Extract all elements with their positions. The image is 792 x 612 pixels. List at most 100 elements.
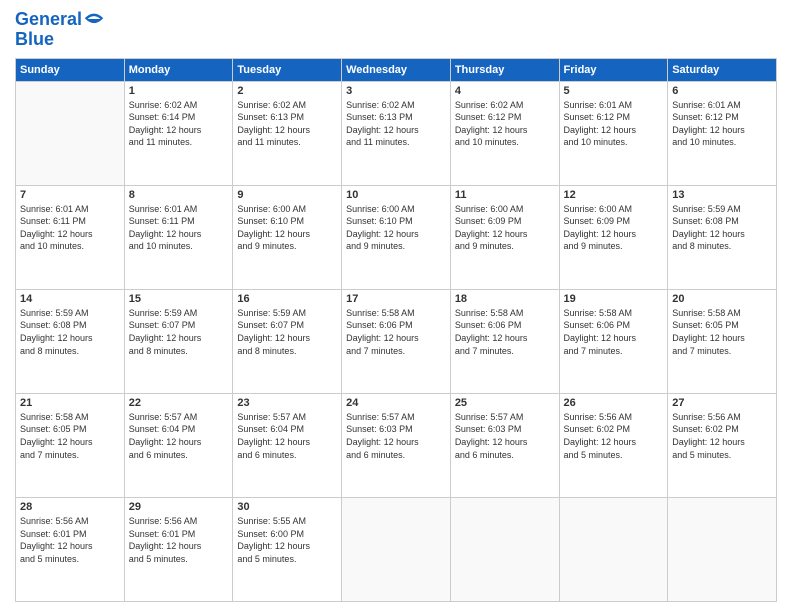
day-info: Sunrise: 5:59 AMSunset: 6:07 PMDaylight:…: [129, 307, 229, 357]
calendar-cell: 14Sunrise: 5:59 AMSunset: 6:08 PMDayligh…: [16, 289, 125, 393]
day-info: Sunrise: 5:57 AMSunset: 6:03 PMDaylight:…: [455, 411, 555, 461]
day-number: 13: [672, 189, 772, 201]
logo-text-blue: Blue: [15, 30, 104, 50]
day-number: 20: [672, 293, 772, 305]
day-number: 7: [20, 189, 120, 201]
calendar-cell: 15 Sunrise: 5:59 AMSunset: 6:07 PMDayligh…: [124, 289, 233, 393]
calendar-table: SundayMondayTuesdayWednesdayThursdayFrid…: [15, 58, 777, 602]
day-header-saturday: Saturday: [668, 58, 777, 81]
day-info: Sunrise: 5:58 AMSunset: 6:06 PMDaylight:…: [346, 307, 446, 357]
day-info: Sunrise: 6:02 AMSunset: 6:14 PMDaylight:…: [129, 99, 229, 149]
day-info: Sunrise: 6:01 AMSunset: 6:12 PMDaylight:…: [672, 99, 772, 149]
day-number: 19: [564, 293, 664, 305]
calendar-cell: [559, 497, 668, 601]
calendar-week-row: 7 Sunrise: 6:01 AMSunset: 6:11 PMDaylight…: [16, 185, 777, 289]
logo-icon: [84, 9, 104, 29]
day-number: 15: [129, 293, 229, 305]
day-info: Sunrise: 6:02 AMSunset: 6:12 PMDaylight:…: [455, 99, 555, 149]
day-info: Sunrise: 5:56 AMSunset: 6:02 PMDaylight:…: [672, 411, 772, 461]
calendar-cell: [342, 497, 451, 601]
day-number: 23: [237, 397, 337, 409]
day-number: 28: [20, 501, 120, 513]
day-info: Sunrise: 5:59 AMSunset: 6:08 PMDaylight:…: [20, 307, 120, 357]
calendar-cell: 23 Sunrise: 5:57 AMSunset: 6:04 PMDayligh…: [233, 393, 342, 497]
day-number: 27: [672, 397, 772, 409]
day-header-thursday: Thursday: [450, 58, 559, 81]
day-header-monday: Monday: [124, 58, 233, 81]
day-number: 5: [564, 85, 664, 97]
day-info: Sunrise: 5:57 AMSunset: 6:04 PMDaylight:…: [237, 411, 337, 461]
day-info: Sunrise: 5:57 AMSunset: 6:03 PMDaylight:…: [346, 411, 446, 461]
day-number: 9: [237, 189, 337, 201]
day-info: Sunrise: 5:58 AMSunset: 6:06 PMDaylight:…: [455, 307, 555, 357]
calendar-cell: 11 Sunrise: 6:00 AMSunset: 6:09 PMDayligh…: [450, 185, 559, 289]
day-header-wednesday: Wednesday: [342, 58, 451, 81]
day-header-sunday: Sunday: [16, 58, 125, 81]
day-number: 10: [346, 189, 446, 201]
calendar-cell: 25 Sunrise: 5:57 AMSunset: 6:03 PMDayligh…: [450, 393, 559, 497]
day-number: 6: [672, 85, 772, 97]
calendar-week-row: 28 Sunrise: 5:56 AMSunset: 6:01 PMDayligh…: [16, 497, 777, 601]
calendar-cell: 28 Sunrise: 5:56 AMSunset: 6:01 PMDayligh…: [16, 497, 125, 601]
calendar-header-row: SundayMondayTuesdayWednesdayThursdayFrid…: [16, 58, 777, 81]
calendar-cell: [16, 81, 125, 185]
calendar-cell: 24 Sunrise: 5:57 AMSunset: 6:03 PMDayligh…: [342, 393, 451, 497]
day-info: Sunrise: 6:01 AMSunset: 6:11 PMDaylight:…: [20, 203, 120, 253]
calendar-cell: 1 Sunrise: 6:02 AMSunset: 6:14 PMDaylight…: [124, 81, 233, 185]
day-info: Sunrise: 5:57 AMSunset: 6:04 PMDaylight:…: [129, 411, 229, 461]
day-info: Sunrise: 6:01 AMSunset: 6:11 PMDaylight:…: [129, 203, 229, 253]
day-info: Sunrise: 6:02 AMSunset: 6:13 PMDaylight:…: [346, 99, 446, 149]
calendar-cell: 26 Sunrise: 5:56 AMSunset: 6:02 PMDayligh…: [559, 393, 668, 497]
day-number: 18: [455, 293, 555, 305]
day-number: 16: [237, 293, 337, 305]
calendar-cell: 18 Sunrise: 5:58 AMSunset: 6:06 PMDayligh…: [450, 289, 559, 393]
calendar-week-row: 1 Sunrise: 6:02 AMSunset: 6:14 PMDaylight…: [16, 81, 777, 185]
calendar-cell: 29 Sunrise: 5:56 AMSunset: 6:01 PMDayligh…: [124, 497, 233, 601]
calendar-cell: 10Sunrise: 6:00 AMSunset: 6:10 PMDayligh…: [342, 185, 451, 289]
calendar-cell: 7 Sunrise: 6:01 AMSunset: 6:11 PMDaylight…: [16, 185, 125, 289]
calendar-cell: 19 Sunrise: 5:58 AMSunset: 6:06 PMDayligh…: [559, 289, 668, 393]
calendar-week-row: 14Sunrise: 5:59 AMSunset: 6:08 PMDayligh…: [16, 289, 777, 393]
day-header-tuesday: Tuesday: [233, 58, 342, 81]
day-info: Sunrise: 5:58 AMSunset: 6:06 PMDaylight:…: [564, 307, 664, 357]
day-number: 11: [455, 189, 555, 201]
calendar-cell: 2Sunrise: 6:02 AMSunset: 6:13 PMDaylight…: [233, 81, 342, 185]
day-number: 25: [455, 397, 555, 409]
day-info: Sunrise: 6:00 AMSunset: 6:09 PMDaylight:…: [564, 203, 664, 253]
calendar-cell: 12Sunrise: 6:00 AMSunset: 6:09 PMDayligh…: [559, 185, 668, 289]
day-info: Sunrise: 6:00 AMSunset: 6:10 PMDaylight:…: [237, 203, 337, 253]
day-info: Sunrise: 5:58 AMSunset: 6:05 PMDaylight:…: [672, 307, 772, 357]
day-number: 30: [237, 501, 337, 513]
calendar-cell: 21Sunrise: 5:58 AMSunset: 6:05 PMDayligh…: [16, 393, 125, 497]
calendar-cell: 3 Sunrise: 6:02 AMSunset: 6:13 PMDaylight…: [342, 81, 451, 185]
calendar-cell: 5 Sunrise: 6:01 AMSunset: 6:12 PMDaylight…: [559, 81, 668, 185]
day-info: Sunrise: 5:56 AMSunset: 6:02 PMDaylight:…: [564, 411, 664, 461]
day-info: Sunrise: 5:56 AMSunset: 6:01 PMDaylight:…: [129, 515, 229, 565]
day-info: Sunrise: 5:59 AMSunset: 6:08 PMDaylight:…: [672, 203, 772, 253]
day-number: 17: [346, 293, 446, 305]
calendar-cell: 30Sunrise: 5:55 AMSunset: 6:00 PMDayligh…: [233, 497, 342, 601]
calendar-cell: 13 Sunrise: 5:59 AMSunset: 6:08 PMDayligh…: [668, 185, 777, 289]
calendar-cell: 27 Sunrise: 5:56 AMSunset: 6:02 PMDayligh…: [668, 393, 777, 497]
calendar-cell: [668, 497, 777, 601]
day-number: 3: [346, 85, 446, 97]
calendar-cell: 16 Sunrise: 5:59 AMSunset: 6:07 PMDayligh…: [233, 289, 342, 393]
day-header-friday: Friday: [559, 58, 668, 81]
day-info: Sunrise: 6:01 AMSunset: 6:12 PMDaylight:…: [564, 99, 664, 149]
day-number: 1: [129, 85, 229, 97]
day-info: Sunrise: 5:58 AMSunset: 6:05 PMDaylight:…: [20, 411, 120, 461]
page-header: General Blue: [15, 10, 777, 50]
logo-text-general: General: [15, 10, 82, 30]
day-number: 24: [346, 397, 446, 409]
logo: General Blue: [15, 10, 104, 50]
day-info: Sunrise: 5:56 AMSunset: 6:01 PMDaylight:…: [20, 515, 120, 565]
calendar-cell: [450, 497, 559, 601]
calendar-cell: 20 Sunrise: 5:58 AMSunset: 6:05 PMDayligh…: [668, 289, 777, 393]
calendar-cell: 17 Sunrise: 5:58 AMSunset: 6:06 PMDayligh…: [342, 289, 451, 393]
day-info: Sunrise: 6:02 AMSunset: 6:13 PMDaylight:…: [237, 99, 337, 149]
calendar-cell: 6 Sunrise: 6:01 AMSunset: 6:12 PMDaylight…: [668, 81, 777, 185]
day-info: Sunrise: 6:00 AMSunset: 6:09 PMDaylight:…: [455, 203, 555, 253]
day-number: 26: [564, 397, 664, 409]
day-info: Sunrise: 5:59 AMSunset: 6:07 PMDaylight:…: [237, 307, 337, 357]
day-number: 29: [129, 501, 229, 513]
